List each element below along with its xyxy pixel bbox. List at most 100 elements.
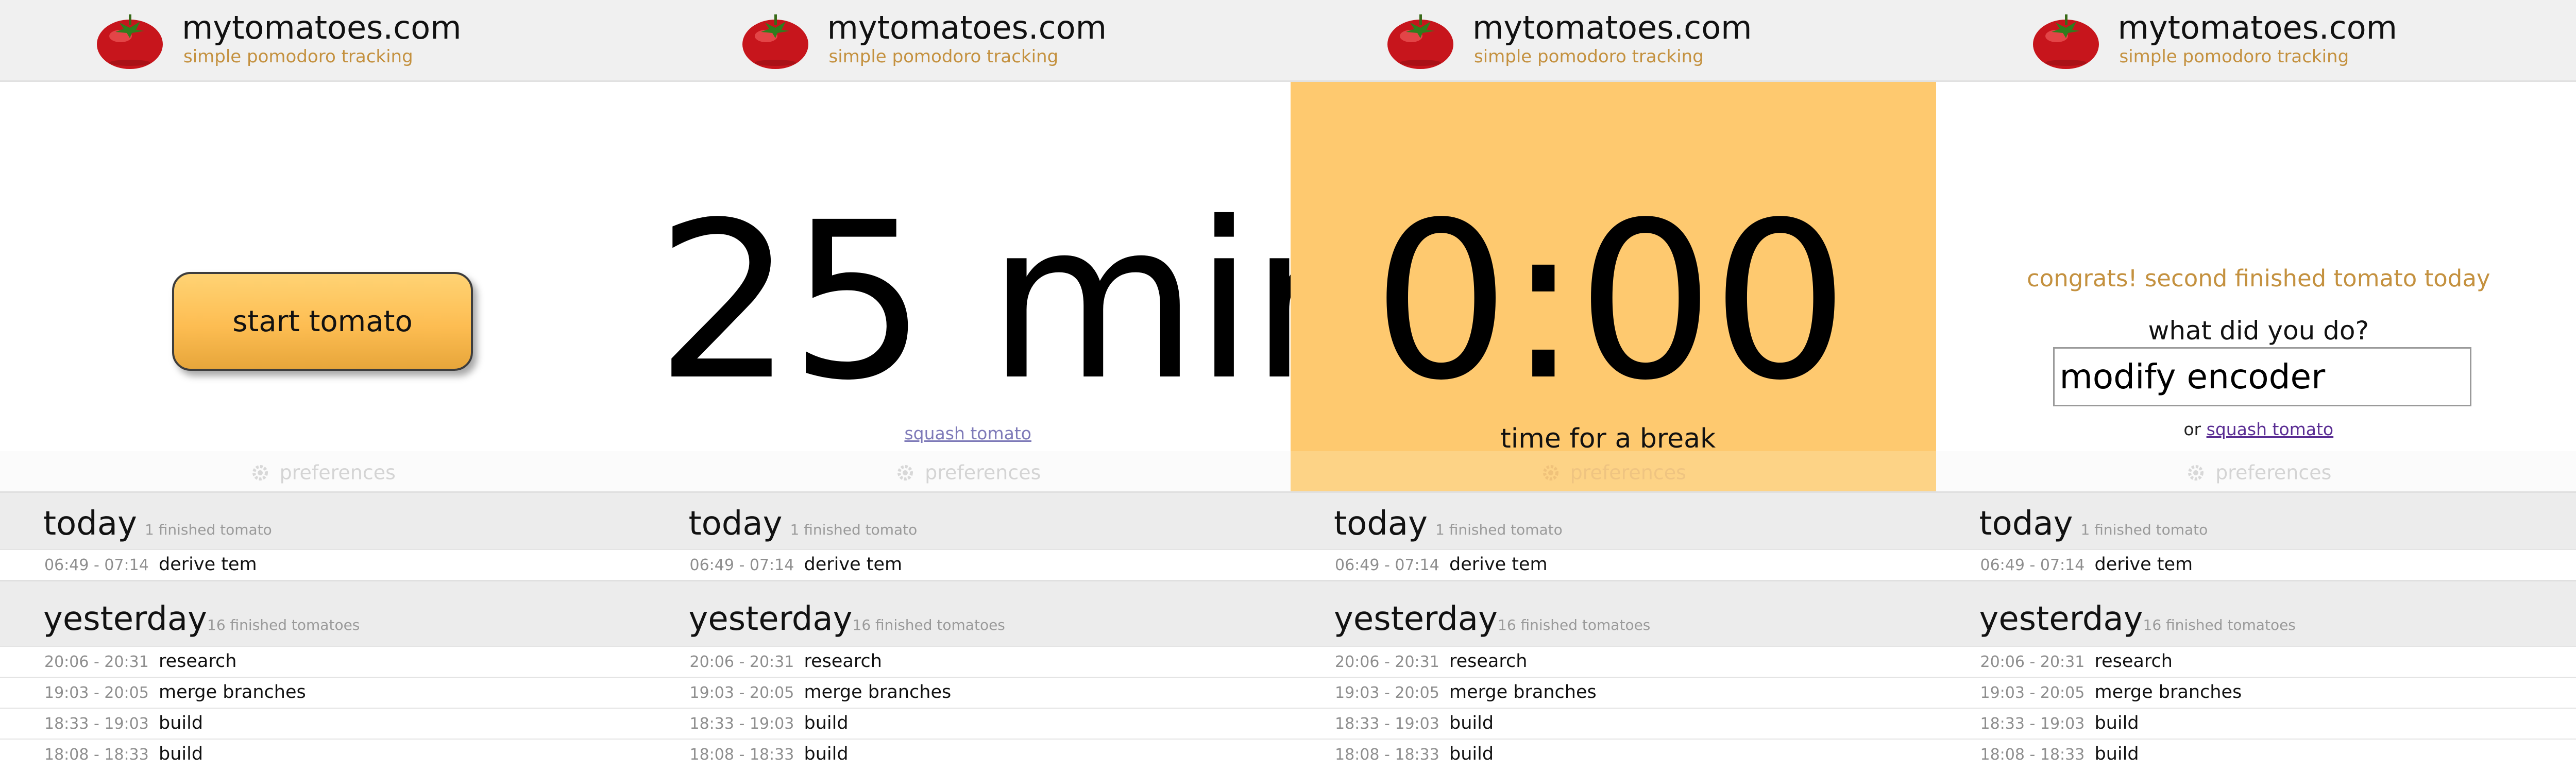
day-header-yesterday: yesterday 16 finished tomatoes [0,580,646,646]
list-item: 20:06 - 20:31 research [0,646,646,677]
tomato-time: 06:49 - 07:14 [1335,556,1439,574]
tomato-time: 18:08 - 18:33 [44,746,149,764]
preferences-link[interactable]: preferences [1291,451,1936,491]
tomato-logo-icon[interactable] [95,9,165,70]
tomato-time: 20:06 - 20:31 [44,653,149,671]
day-header-yesterday: yesterday 16 finished tomatoes [1291,580,1936,646]
tomato-task: research [2094,651,2173,672]
list-item: 19:03 - 20:05 merge branches [0,677,646,708]
list-item: 18:08 - 18:33 build [1936,739,2576,769]
tomato-task: build [1449,713,1494,733]
day-title: yesterday [1979,600,2143,638]
history: today 1 finished tomato 06:49 - 07:14 de… [1936,491,2576,772]
tomato-task: build [804,744,849,764]
tomato-task: merge branches [2094,682,2242,702]
break-message: time for a break [1500,423,1716,454]
day-title: yesterday [1334,600,1498,638]
day-header-today: today 1 finished tomato [0,491,646,549]
preferences-link[interactable]: preferences [645,451,1291,491]
site-header: mytomatoes.com simple pomodoro tracking [0,0,646,82]
day-title: today [688,505,783,543]
tomato-time: 18:33 - 19:03 [689,715,794,733]
task-description-input[interactable] [2053,347,2471,406]
gear-icon [2185,462,2206,483]
tomato-time: 18:33 - 19:03 [1335,715,1439,733]
tomato-time: 19:03 - 20:05 [1980,684,2085,702]
day-count: 1 finished tomato [145,521,272,538]
tomato-logo-icon[interactable] [740,9,810,70]
day-count: 1 finished tomato [1435,521,1563,538]
main-area: congrats! second finished tomato today w… [1936,82,2576,491]
preferences-label: preferences [2215,461,2332,484]
day-title: yesterday [688,600,853,638]
preferences-label: preferences [1570,461,1686,484]
list-item: 18:33 - 19:03 build [1291,708,1936,739]
tomato-task: build [2094,713,2139,733]
preferences-label: preferences [925,461,1041,484]
list-item: 20:06 - 20:31 research [645,646,1291,677]
tomato-task: build [804,713,849,733]
list-item: 18:08 - 18:33 build [645,739,1291,769]
day-count: 1 finished tomato [790,521,918,538]
tomato-task: research [159,651,237,672]
or-text: or [2183,419,2201,439]
tomato-logo-icon[interactable] [2031,9,2101,70]
panel-break: mytomatoes.com simple pomodoro tracking … [1291,0,1936,772]
day-title: today [1979,505,2073,543]
day-count: 16 finished tomatoes [1498,616,1651,633]
tomato-time: 18:08 - 18:33 [1335,746,1439,764]
list-item: 19:03 - 20:05 merge branches [645,677,1291,708]
site-title[interactable]: mytomatoes.com [2118,8,2398,47]
history: today 1 finished tomato 06:49 - 07:14 de… [0,491,646,772]
main-area: 25 min squash tomato [645,82,1291,491]
list-item: 18:33 - 19:03 build [1936,708,2576,739]
history: today 1 finished tomato 06:49 - 07:14 de… [645,491,1291,772]
list-item: 18:33 - 19:03 build [645,708,1291,739]
list-item: 06:49 - 07:14 derive tem [1291,549,1936,580]
tomato-time: 19:03 - 20:05 [1335,684,1439,702]
congrats-message: congrats! second finished tomato today [2026,265,2490,292]
day-count: 16 finished tomatoes [2143,616,2296,633]
preferences-label: preferences [279,461,396,484]
list-item: 06:49 - 07:14 derive tem [645,549,1291,580]
panel-running: mytomatoes.com simple pomodoro tracking … [645,0,1291,772]
site-tagline: simple pomodoro tracking [1474,46,1704,67]
site-header: mytomatoes.com simple pomodoro tracking [1936,0,2576,82]
site-title[interactable]: mytomatoes.com [182,8,462,47]
gear-icon [895,462,916,483]
tomato-task: merge branches [1449,682,1597,702]
panel-congrats: mytomatoes.com simple pomodoro tracking … [1936,0,2576,772]
tomato-time: 18:33 - 19:03 [44,715,149,733]
tomato-task: build [2094,744,2139,764]
preferences-link[interactable]: preferences [0,451,646,491]
list-item: 19:03 - 20:05 merge branches [1291,677,1936,708]
tomato-task: merge branches [159,682,306,702]
main-area: 0:00 time for a break [1291,82,1936,491]
list-item: 18:33 - 19:03 build [0,708,646,739]
preferences-link[interactable]: preferences [1936,451,2576,491]
main-area: start tomato [0,82,646,491]
day-header-yesterday: yesterday 16 finished tomatoes [1936,580,2576,646]
tomato-task: build [159,713,204,733]
tomato-time: 06:49 - 07:14 [1980,556,2085,574]
tomato-task: build [159,744,204,764]
task-question: what did you do? [2148,316,2369,346]
tomato-task: research [804,651,882,672]
day-header-today: today 1 finished tomato [1936,491,2576,549]
tomato-logo-icon[interactable] [1385,9,1455,70]
tomato-time: 20:06 - 20:31 [1335,653,1439,671]
squash-tomato-link[interactable]: squash tomato [2207,419,2334,439]
tomato-time: 18:08 - 18:33 [689,746,794,764]
or-squash-line: or squash tomato [1936,419,2576,439]
site-title[interactable]: mytomatoes.com [1472,8,1752,47]
tomato-time: 06:49 - 07:14 [689,556,794,574]
tomato-time: 18:33 - 19:03 [1980,715,2085,733]
site-title[interactable]: mytomatoes.com [827,8,1107,47]
screenshot-strip: mytomatoes.com simple pomodoro tracking … [0,0,2576,772]
squash-tomato-link[interactable]: squash tomato [646,423,1291,443]
start-tomato-button[interactable]: start tomato [172,272,473,371]
day-title: yesterday [43,600,207,638]
tomato-time: 20:06 - 20:31 [689,653,794,671]
tomato-time: 20:06 - 20:31 [1980,653,2085,671]
tomato-time: 18:08 - 18:33 [1980,746,2085,764]
